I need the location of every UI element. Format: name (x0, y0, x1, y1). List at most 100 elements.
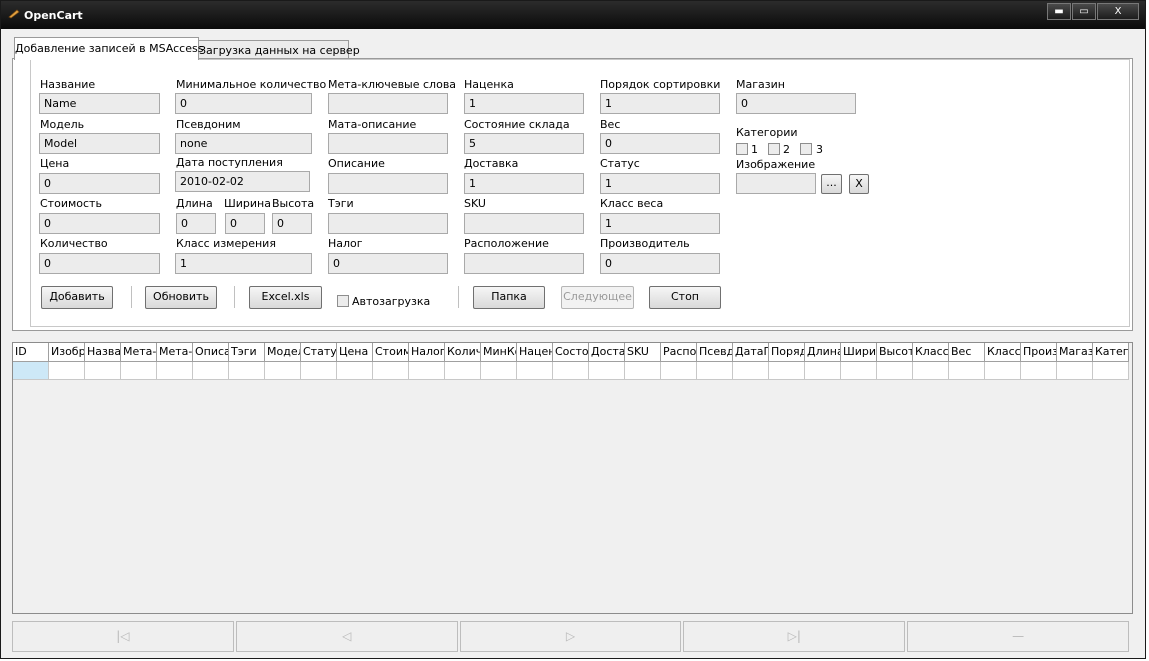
grid-column-header[interactable]: Класс (985, 343, 1021, 362)
image-path-field[interactable] (736, 173, 816, 194)
grid-column-header[interactable]: Ширин (841, 343, 877, 362)
weight-field[interactable]: 0 (600, 133, 720, 154)
grid-cell[interactable] (733, 362, 769, 380)
grid-column-header[interactable]: Назва (85, 343, 121, 362)
grid-column-header[interactable]: Класс (913, 343, 949, 362)
last-record-button[interactable]: ▷| (683, 621, 906, 652)
status-field[interactable]: 1 (600, 173, 720, 194)
autoload-checkbox[interactable] (337, 295, 349, 307)
grid-cell[interactable] (85, 362, 121, 380)
grid-column-header[interactable]: Изобр (49, 343, 85, 362)
grid-cell[interactable] (769, 362, 805, 380)
grid-cell[interactable] (1093, 362, 1129, 380)
next-button[interactable]: Следующее (561, 286, 634, 309)
quantity-field[interactable]: 0 (39, 253, 160, 274)
grid-column-header[interactable]: Доста (589, 343, 625, 362)
grid-cell[interactable] (229, 362, 265, 380)
close-button[interactable]: X (1097, 3, 1139, 20)
category-1-checkbox[interactable] (736, 143, 748, 155)
width-field[interactable]: 0 (225, 213, 265, 234)
grid-cell[interactable] (589, 362, 625, 380)
prev-record-button[interactable]: ◁ (235, 621, 458, 652)
grid-column-header[interactable]: МинКо (481, 343, 517, 362)
grid-cell[interactable] (949, 362, 985, 380)
grid-cell[interactable] (121, 362, 157, 380)
grid-column-header[interactable]: Мета-с (157, 343, 193, 362)
grid-column-header[interactable]: Статус (301, 343, 337, 362)
next-record-button[interactable]: ▷ (459, 621, 682, 652)
new-record-button[interactable]: — (907, 621, 1129, 652)
sku-field[interactable] (464, 213, 584, 234)
grid-cell[interactable] (913, 362, 949, 380)
grid-cell[interactable] (13, 362, 49, 380)
grid-column-header[interactable]: Длина (805, 343, 841, 362)
grid-cell[interactable] (481, 362, 517, 380)
stock-status-field[interactable]: 5 (464, 133, 584, 154)
grid-cell[interactable] (1057, 362, 1093, 380)
meta-description-field[interactable] (328, 133, 448, 154)
grid-cell[interactable] (157, 362, 193, 380)
model-field[interactable]: Model (39, 133, 160, 154)
grid-column-header[interactable]: Модел (265, 343, 301, 362)
grid-column-header[interactable]: Вес (949, 343, 985, 362)
length-field[interactable]: 0 (176, 213, 216, 234)
data-grid[interactable]: IDИзобрНазваМета-кМета-сОписаТэгиМоделСт… (12, 342, 1133, 614)
price-field[interactable]: 0 (39, 173, 160, 194)
grid-column-header[interactable]: Тэги (229, 343, 265, 362)
grid-cell[interactable] (193, 362, 229, 380)
store-field[interactable]: 0 (736, 93, 856, 114)
grid-cell[interactable] (337, 362, 373, 380)
title-bar[interactable]: OpenCart ▬ ▭ X (1, 1, 1145, 29)
shipping-field[interactable]: 1 (464, 173, 584, 194)
tab-upload-server[interactable]: Загрузка данных на сервер (198, 40, 360, 60)
stop-button[interactable]: Стоп (649, 286, 721, 309)
grid-cell[interactable] (985, 362, 1021, 380)
category-3-checkbox[interactable] (800, 143, 812, 155)
tax-field[interactable]: 0 (328, 253, 448, 274)
grid-cell[interactable] (841, 362, 877, 380)
grid-column-header[interactable]: Наценк (517, 343, 553, 362)
grid-column-header[interactable]: Псевд (697, 343, 733, 362)
cost-field[interactable]: 0 (39, 213, 160, 234)
maximize-button[interactable]: ▭ (1072, 3, 1096, 20)
refresh-button[interactable]: Обновить (145, 286, 217, 309)
grid-column-header[interactable]: Катего (1093, 343, 1129, 362)
sort-order-field[interactable]: 1 (600, 93, 720, 114)
location-field[interactable] (464, 253, 584, 274)
table-row[interactable] (13, 362, 1129, 380)
markup-field[interactable]: 1 (464, 93, 584, 114)
excel-button[interactable]: Excel.xls (249, 286, 322, 309)
date-arrival-field[interactable]: 2010-02-02 (175, 171, 310, 192)
grid-column-header[interactable]: Поряд (769, 343, 805, 362)
weight-class-field[interactable]: 1 (600, 213, 720, 234)
grid-column-header[interactable]: Произ (1021, 343, 1057, 362)
min-qty-field[interactable]: 0 (175, 93, 312, 114)
minimize-button[interactable]: ▬ (1047, 3, 1071, 20)
grid-cell[interactable] (445, 362, 481, 380)
name-field[interactable]: Name (39, 93, 160, 114)
grid-column-header[interactable]: Распо (661, 343, 697, 362)
first-record-button[interactable]: |◁ (12, 621, 234, 652)
grid-column-header[interactable]: Стоим (373, 343, 409, 362)
grid-cell[interactable] (661, 362, 697, 380)
measure-class-field[interactable]: 1 (175, 253, 312, 274)
category-2-checkbox[interactable] (768, 143, 780, 155)
grid-cell[interactable] (265, 362, 301, 380)
grid-cell[interactable] (625, 362, 661, 380)
image-clear-button[interactable]: X (849, 174, 869, 194)
grid-cell[interactable] (409, 362, 445, 380)
grid-cell[interactable] (553, 362, 589, 380)
grid-cell[interactable] (877, 362, 913, 380)
height-field[interactable]: 0 (272, 213, 312, 234)
grid-column-header[interactable]: Цена (337, 343, 373, 362)
grid-cell[interactable] (697, 362, 733, 380)
grid-column-header[interactable]: Состоя (553, 343, 589, 362)
grid-column-header[interactable]: Магаз (1057, 343, 1093, 362)
grid-cell[interactable] (517, 362, 553, 380)
folder-button[interactable]: Папка (473, 286, 545, 309)
description-field[interactable] (328, 173, 448, 194)
image-browse-button[interactable]: ... (821, 174, 842, 194)
grid-cell[interactable] (373, 362, 409, 380)
grid-column-header[interactable]: Мета-к (121, 343, 157, 362)
manufacturer-field[interactable]: 0 (600, 253, 720, 274)
